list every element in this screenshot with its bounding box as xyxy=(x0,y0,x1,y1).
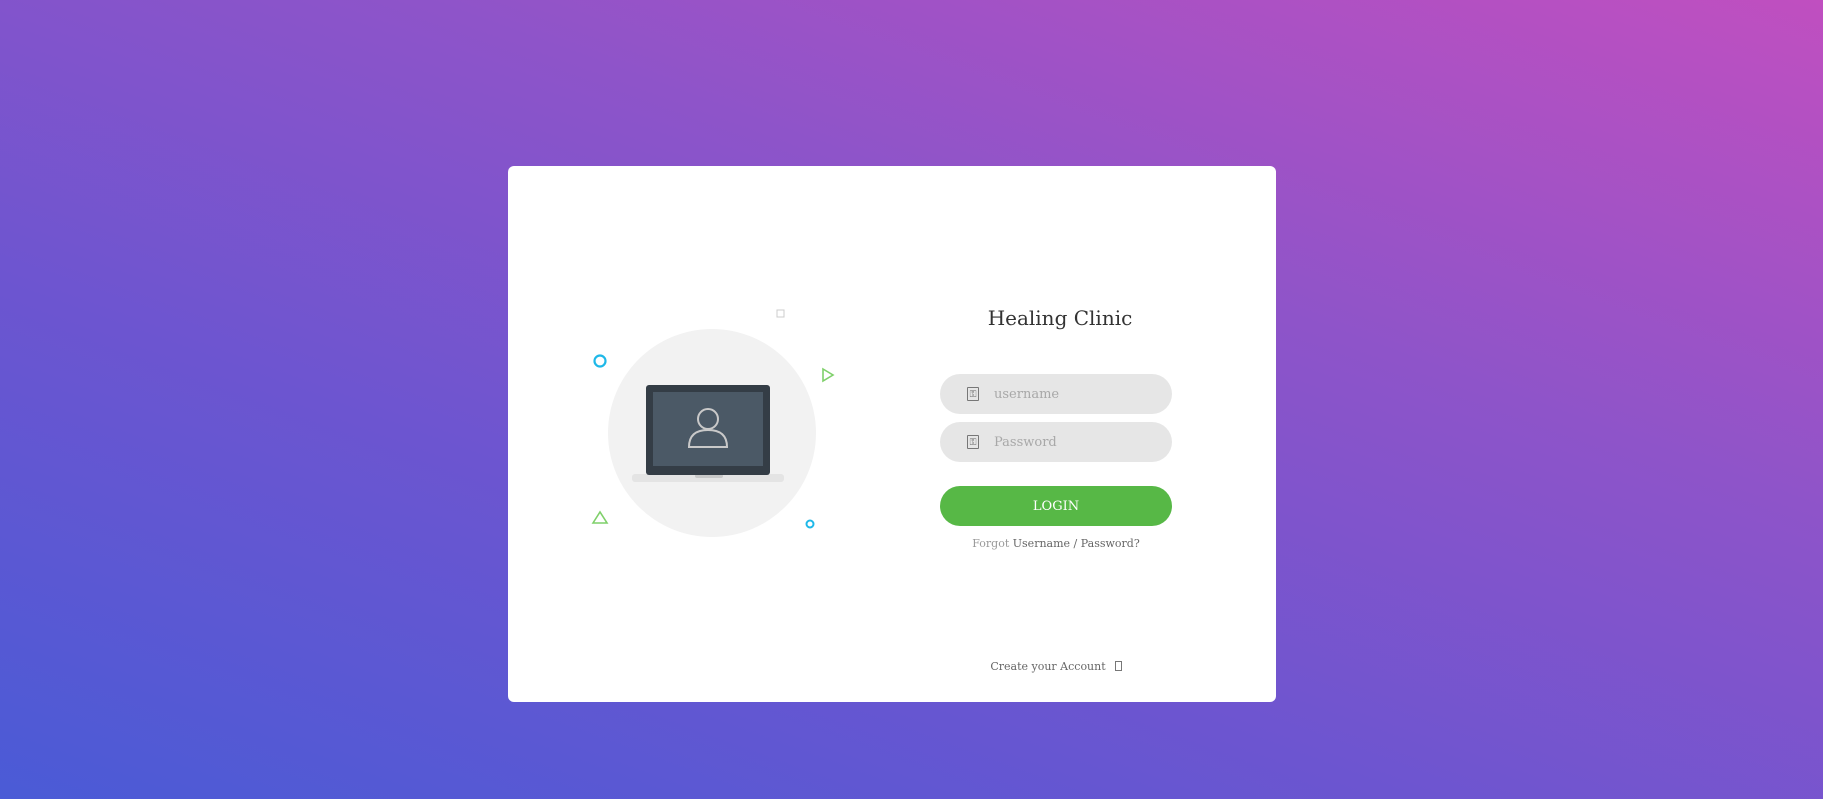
decor-up-triangle xyxy=(591,510,609,524)
login-button[interactable]: LOGIN xyxy=(940,486,1172,526)
username-field[interactable]: ⚿ xyxy=(940,374,1172,414)
arrow-right-icon xyxy=(1114,661,1122,671)
forgot-prefix: Forgot xyxy=(972,537,1010,550)
password-input[interactable] xyxy=(994,422,1164,462)
forgot-credentials-link[interactable]: Username / Password? xyxy=(1013,537,1140,550)
forgot-credentials: Forgot Username / Password? xyxy=(940,537,1172,550)
lock-icon: ⚿ xyxy=(967,435,979,449)
decor-square xyxy=(776,309,785,318)
decor-circle-small xyxy=(805,519,815,529)
login-card: Healing Clinic ⚿ ⚿ LOGIN Forgot Username… xyxy=(508,166,1276,702)
create-account-link[interactable]: Create your Account xyxy=(940,660,1172,673)
create-account-label: Create your Account xyxy=(990,660,1106,673)
user-icon: ⚿ xyxy=(967,387,979,401)
decor-play-triangle xyxy=(822,367,835,383)
password-field[interactable]: ⚿ xyxy=(940,422,1172,462)
page-title: Healing Clinic xyxy=(987,306,1133,330)
decor-circle-large xyxy=(593,354,607,368)
username-input[interactable] xyxy=(994,374,1164,414)
